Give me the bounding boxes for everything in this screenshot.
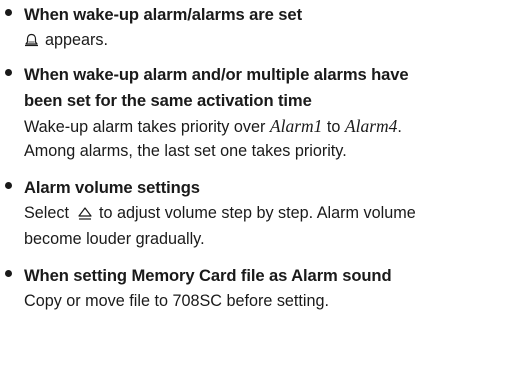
item-body-line1: Select to adjust volume step by step. Ala… bbox=[24, 201, 532, 227]
item-body: Copy or move file to 708SC before settin… bbox=[24, 292, 330, 310]
alarm4-label: Alarm4 bbox=[344, 116, 398, 136]
bullet-item-alarm-volume: Alarm volume settings Select to adjust vo… bbox=[0, 175, 532, 251]
item-body: appears. bbox=[24, 28, 532, 54]
body-text: Select bbox=[24, 204, 69, 222]
bullet-item-memory-card-sound: When setting Memory Card file as Alarm s… bbox=[0, 263, 532, 313]
item-body-line2: become louder gradually. bbox=[24, 230, 205, 248]
bullet-dot bbox=[5, 182, 12, 189]
bullet-dot bbox=[5, 270, 12, 277]
item-heading: Alarm volume settings bbox=[24, 178, 200, 197]
bullet-dot bbox=[5, 9, 12, 16]
alarm1-label: Alarm1 bbox=[269, 116, 323, 136]
body-text: Wake-up alarm takes priority over bbox=[24, 118, 270, 136]
volume-up-icon bbox=[77, 203, 93, 227]
bullet-dot bbox=[5, 69, 12, 76]
body-text: . bbox=[397, 118, 402, 136]
item-heading: When wake-up alarm/alarms are set bbox=[24, 5, 302, 24]
item-heading: When setting Memory Card file as Alarm s… bbox=[24, 266, 392, 285]
item-body-line1: Wake-up alarm takes priority over Alarm1… bbox=[24, 114, 532, 139]
item-heading-line1: When wake-up alarm and/or multiple alarm… bbox=[24, 65, 409, 84]
item-body-text: appears. bbox=[45, 31, 108, 49]
bullet-item-same-activation-time: When wake-up alarm and/or multiple alarm… bbox=[0, 62, 532, 163]
bullet-item-alarms-set: When wake-up alarm/alarms are set appear… bbox=[0, 2, 532, 54]
item-heading-line2: been set for the same activation time bbox=[24, 91, 312, 110]
body-text: to bbox=[322, 118, 345, 136]
body-text: to adjust volume step by step. Alarm vol… bbox=[99, 204, 416, 222]
document: When wake-up alarm/alarms are set appear… bbox=[0, 2, 532, 313]
item-body-line2: Among alarms, the last set one takes pri… bbox=[24, 142, 347, 160]
alarm-bell-icon bbox=[24, 30, 39, 54]
